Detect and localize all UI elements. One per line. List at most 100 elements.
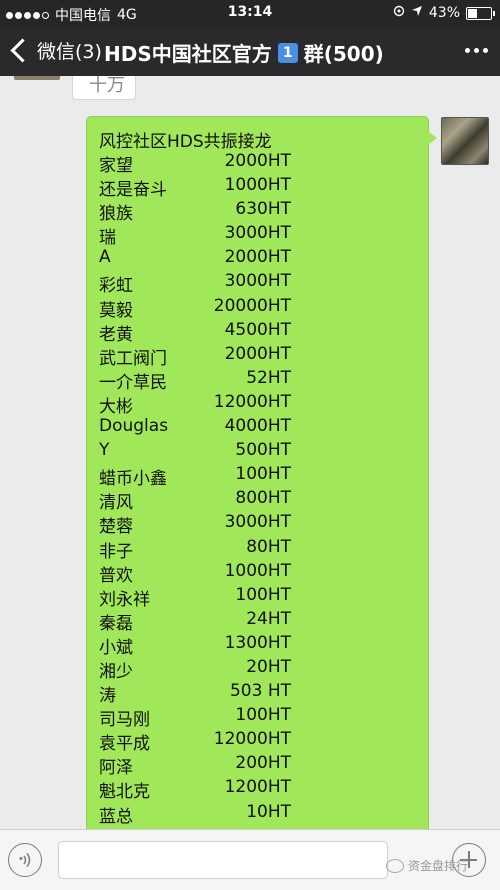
navigation-arrow-icon xyxy=(411,5,423,21)
pledge-amount: 800HT xyxy=(235,488,291,509)
pledge-name: 袁平成 xyxy=(99,734,150,755)
pledge-name: 家望 xyxy=(99,156,133,176)
pledge-row: 袁平成 12000HT xyxy=(99,729,419,755)
pledge-name: 一介草民 xyxy=(99,372,167,393)
message-bubble[interactable]: 风控社区HDS共振接龙 家望 2000HT 还是奋斗 1000HT 狼族 630HT 瑞 30… xyxy=(86,116,437,829)
pledge-row: 老黄 4500HT xyxy=(99,319,419,345)
pledge-row: 小斌 1300HT xyxy=(99,632,419,658)
pledge-name: 彩虹 xyxy=(99,276,133,297)
pledge-amount: 52HT xyxy=(246,367,291,388)
pledge-amount: 4500HT xyxy=(224,319,291,340)
pledge-amount: 1300HT xyxy=(224,632,291,653)
pledge-name: 狼族 xyxy=(99,204,133,225)
message-input[interactable] xyxy=(58,841,388,879)
pledge-amount: 3000HT xyxy=(224,512,291,533)
pledge-row: 涛 503 HT xyxy=(99,681,419,707)
pledge-row: Douglas 4000HT xyxy=(99,416,419,440)
previous-message-text: 十万 xyxy=(89,76,125,96)
group-count-label: 群(500) xyxy=(303,42,384,66)
my-avatar[interactable] xyxy=(441,117,489,165)
pledge-name: 老黄 xyxy=(99,324,133,345)
pledge-row: A 2000HT xyxy=(99,247,419,271)
sender-avatar[interactable] xyxy=(14,76,60,80)
pledge-name: 小斌 xyxy=(99,637,133,658)
pledge-name: 刘永祥 xyxy=(99,589,150,610)
watermark: 资金盘排行 xyxy=(386,857,468,874)
pledge-row: 蓝总 10HT xyxy=(99,801,419,827)
pledge-row: Y 500HT xyxy=(99,440,419,464)
more-options-button[interactable] xyxy=(465,48,488,53)
battery-icon xyxy=(466,6,495,20)
pledge-row: 莫毅 20000HT xyxy=(99,295,419,321)
pledge-name: 魁北克 xyxy=(99,782,150,803)
back-button[interactable]: 微信(3) xyxy=(8,37,102,64)
pledge-row: 司马刚 100HT xyxy=(99,705,419,731)
location-icon xyxy=(393,5,405,21)
pledge-row: 非子 80HT xyxy=(99,536,419,562)
chat-title: HDS中国社区官方 1 群(500) xyxy=(104,38,384,67)
pledge-name: 阿泽 xyxy=(99,758,133,779)
pledge-amount: 80HT xyxy=(246,536,291,557)
pledge-name: 涛 xyxy=(99,686,116,707)
pledge-row: 武工阀门 2000HT xyxy=(99,343,419,369)
pledge-row: 瑞 3000HT xyxy=(99,223,419,249)
pledge-amount: 12000HT xyxy=(213,729,291,750)
pledge-row: 魁北克 1200HT xyxy=(99,777,419,803)
pledge-row: 彩虹 3000HT xyxy=(99,271,419,297)
pledge-amount: 24HT xyxy=(246,608,291,629)
pledge-name: 清风 xyxy=(99,493,133,514)
pledge-amount: 20000HT xyxy=(213,295,291,316)
pledge-name: 武工阀门 xyxy=(99,348,167,369)
status-bar: 中国电信 4G 13:14 43% xyxy=(0,0,500,26)
pledge-list: 家望 2000HT 还是奋斗 1000HT 狼族 630HT 瑞 3000HT A 2000HT 彩… xyxy=(99,151,419,827)
pledge-name: 楚蓉 xyxy=(99,517,133,538)
pledge-name: Y xyxy=(99,440,110,461)
pledge-name: 非子 xyxy=(99,541,133,562)
voice-icon xyxy=(19,853,31,867)
pledge-name: 湘少 xyxy=(99,661,133,682)
voice-input-button[interactable] xyxy=(8,843,42,877)
pledge-row: 一介草民 52HT xyxy=(99,367,419,393)
pledge-name: 莫毅 xyxy=(99,300,133,321)
pledge-amount: 20HT xyxy=(246,656,291,677)
watermark-text: 资金盘排行 xyxy=(408,859,469,873)
pledge-row: 刘永祥 100HT xyxy=(99,585,419,610)
pledge-amount: 1200HT xyxy=(224,777,291,798)
pledge-amount: 10HT xyxy=(246,801,291,822)
pledge-amount: 503 HT xyxy=(229,681,291,702)
pledge-row: 大彬 12000HT xyxy=(99,391,419,417)
pledge-name: 瑞 xyxy=(99,228,116,249)
chevron-left-icon xyxy=(10,38,35,63)
pledge-row: 蜡币小鑫 100HT xyxy=(99,464,419,490)
pledge-amount: 2000HT xyxy=(224,343,291,364)
wechat-icon xyxy=(386,858,404,873)
chat-title-text: HDS中国社区官方 xyxy=(104,42,272,66)
pledge-amount: 1000HT xyxy=(224,175,291,196)
pledge-amount: 12000HT xyxy=(213,391,291,412)
pledge-amount: 200HT xyxy=(235,753,291,774)
pledge-name: 司马刚 xyxy=(99,710,150,731)
back-label: 微信(3) xyxy=(37,41,102,63)
battery-percent: 43% xyxy=(428,5,460,21)
pledge-row: 楚蓉 3000HT xyxy=(99,512,419,538)
pledge-name: 蓝总 xyxy=(99,806,133,827)
pledge-amount: 630HT xyxy=(235,199,291,220)
previous-message-bubble[interactable]: 十万 xyxy=(72,76,136,100)
pledge-name: A xyxy=(99,247,111,268)
pledge-row: 湘少 20HT xyxy=(99,656,419,682)
pledge-amount: 2000HT xyxy=(224,247,291,268)
pledge-name: 还是奋斗 xyxy=(99,180,167,201)
pledge-amount: 3000HT xyxy=(224,223,291,244)
pledge-amount: 100HT xyxy=(235,705,291,726)
pledge-row: 狼族 630HT xyxy=(99,199,419,225)
title-badge: 1 xyxy=(277,42,298,63)
pledge-amount: 2000HT xyxy=(224,151,291,171)
pledge-row: 家望 2000HT xyxy=(99,151,419,176)
chat-area[interactable]: 十万 风控社区HDS共振接龙 家望 2000HT 还是奋斗 1000HT 狼族 630HT… xyxy=(0,76,500,829)
pledge-name: Douglas xyxy=(99,416,169,437)
pledge-name: 大彬 xyxy=(99,396,133,417)
pledge-amount: 100HT xyxy=(235,464,291,485)
pledge-name: 蜡币小鑫 xyxy=(99,469,167,490)
pledge-row: 还是奋斗 1000HT xyxy=(99,175,419,201)
pledge-row: 秦磊 24HT xyxy=(99,608,419,634)
